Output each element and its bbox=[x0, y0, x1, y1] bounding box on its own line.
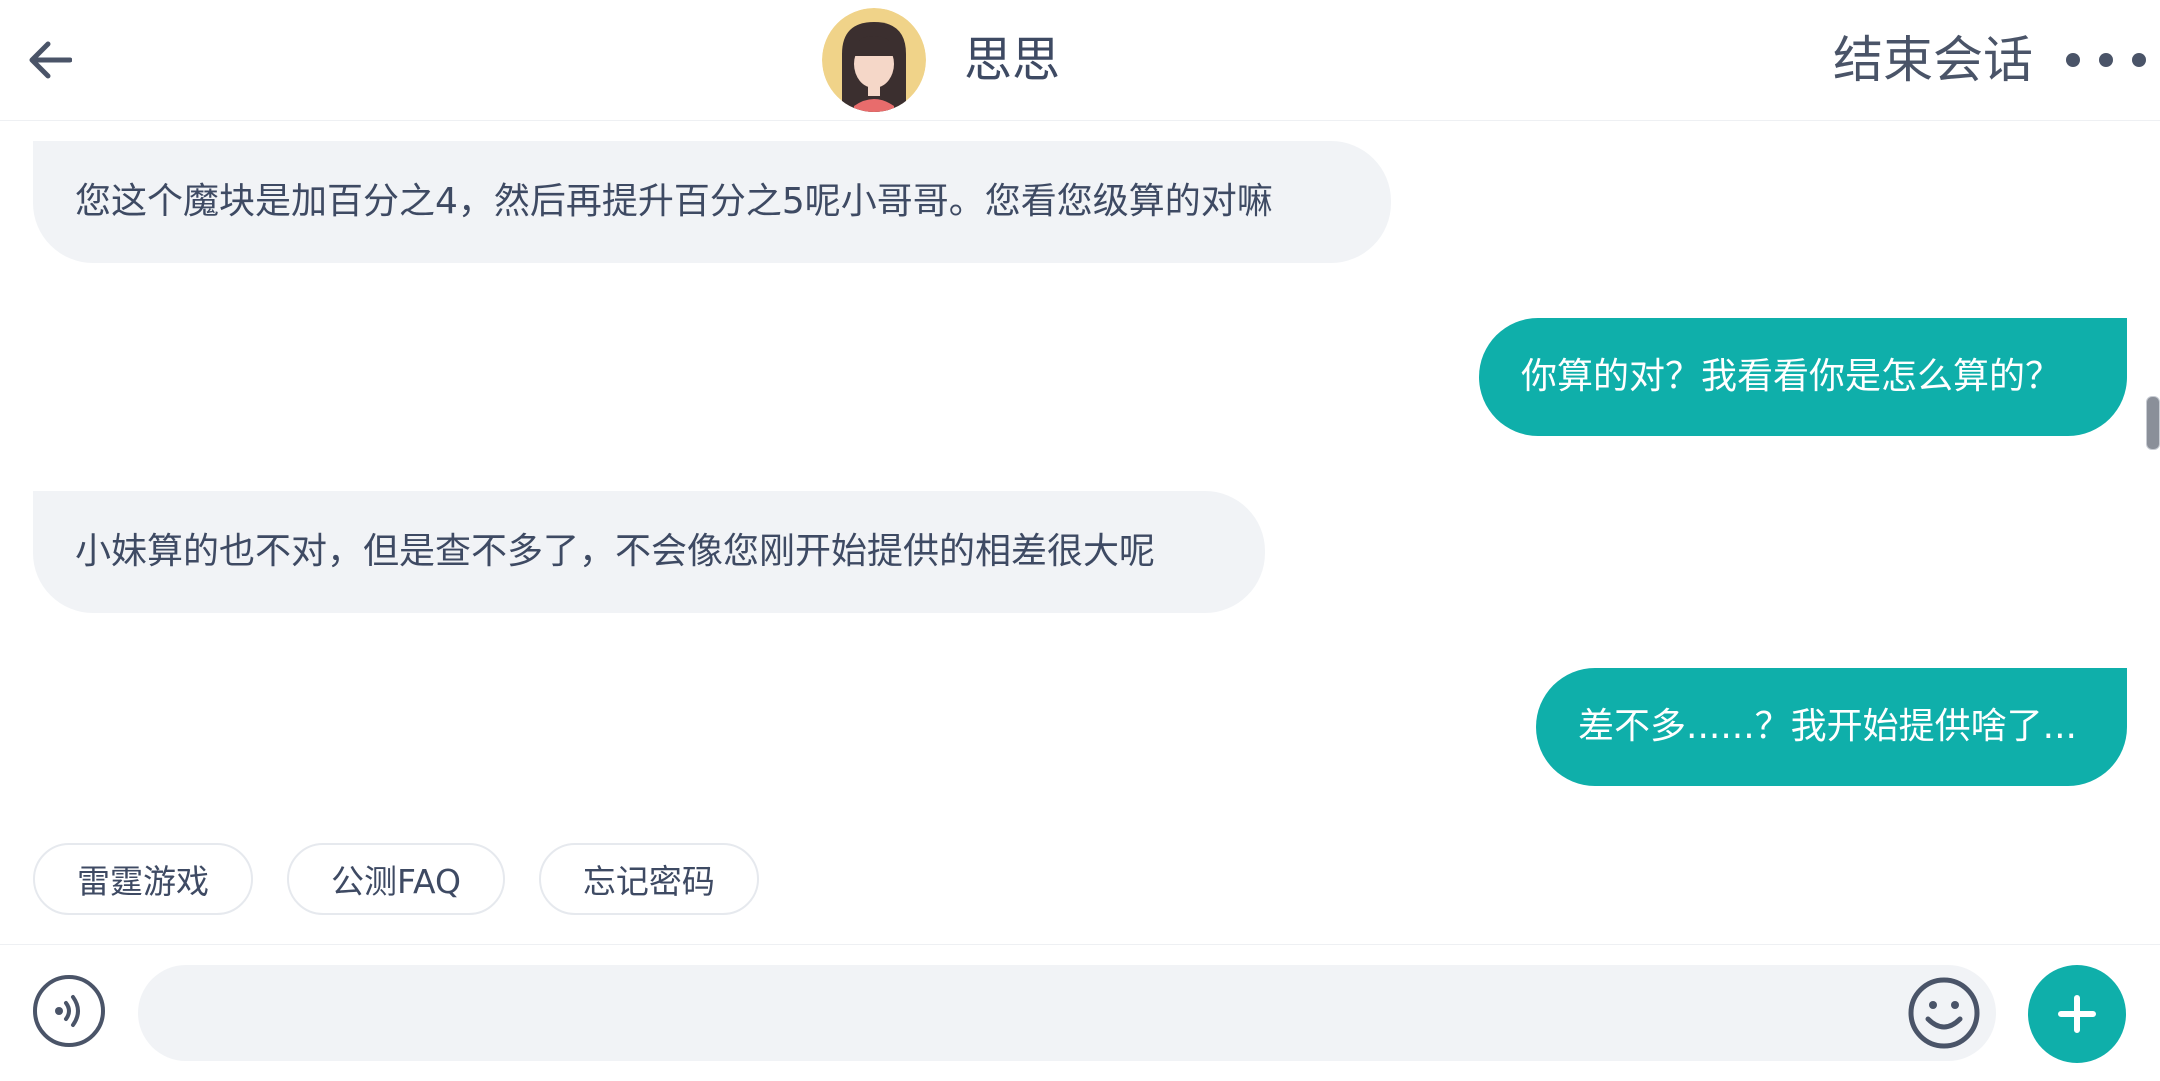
message-text: 你算的对？我看看你是怎么算的？ bbox=[1521, 356, 2062, 397]
scrollbar-thumb[interactable] bbox=[2146, 396, 2160, 450]
message-list[interactable]: 您这个魔块是加百分之4，然后再提升百分之5呢小哥哥。您看您级算的对嘛 你算的对？… bbox=[0, 121, 2160, 941]
message-text: 您这个魔块是加百分之4，然后再提升百分之5呢小哥哥。您看您级算的对嘛 bbox=[75, 181, 1273, 222]
voice-icon bbox=[55, 995, 80, 1027]
voice-button[interactable] bbox=[33, 975, 105, 1047]
agent-name: 思思 bbox=[964, 32, 1061, 88]
message-text: 差不多......？我开始提供啥了... bbox=[1578, 706, 2077, 747]
message-outgoing: 你算的对？我看看你是怎么算的？ bbox=[1479, 318, 2127, 436]
more-dot bbox=[2132, 53, 2146, 67]
emoji-button[interactable] bbox=[1906, 975, 1982, 1051]
back-arrow-icon bbox=[29, 41, 72, 79]
avatar[interactable] bbox=[822, 8, 926, 112]
message-incoming: 小妹算的也不对，但是查不多了，不会像您刚开始提供的相差很大呢 bbox=[33, 491, 1265, 613]
quick-reply-chip[interactable]: 雷霆游戏 bbox=[33, 843, 253, 915]
message-input-field[interactable] bbox=[138, 965, 1996, 1063]
more-options-button[interactable] bbox=[2066, 40, 2146, 80]
quick-replies: 雷霆游戏 公测FAQ 忘记密码 bbox=[33, 843, 759, 915]
emoji-icon bbox=[1908, 977, 1980, 1049]
quick-reply-chip[interactable]: 公测FAQ bbox=[287, 843, 505, 915]
add-attachment-button[interactable] bbox=[2028, 965, 2126, 1063]
chat-header: 思思 结束会话 bbox=[0, 0, 2160, 121]
message-incoming: 您这个魔块是加百分之4，然后再提升百分之5呢小哥哥。您看您级算的对嘛 bbox=[33, 141, 1391, 263]
end-chat-button[interactable]: 结束会话 bbox=[1833, 30, 2033, 90]
quick-reply-chip[interactable]: 忘记密码 bbox=[538, 843, 759, 915]
plus-icon bbox=[2058, 995, 2096, 1033]
input-bar bbox=[0, 944, 2160, 1081]
more-dots-icon bbox=[2066, 53, 2080, 67]
message-outgoing: 差不多......？我开始提供啥了... bbox=[1536, 668, 2127, 786]
more-dot bbox=[2099, 53, 2113, 67]
message-text: 小妹算的也不对，但是查不多了，不会像您刚开始提供的相差很大呢 bbox=[75, 531, 1156, 572]
back-button[interactable] bbox=[20, 30, 80, 90]
message-input[interactable] bbox=[178, 965, 1822, 1063]
